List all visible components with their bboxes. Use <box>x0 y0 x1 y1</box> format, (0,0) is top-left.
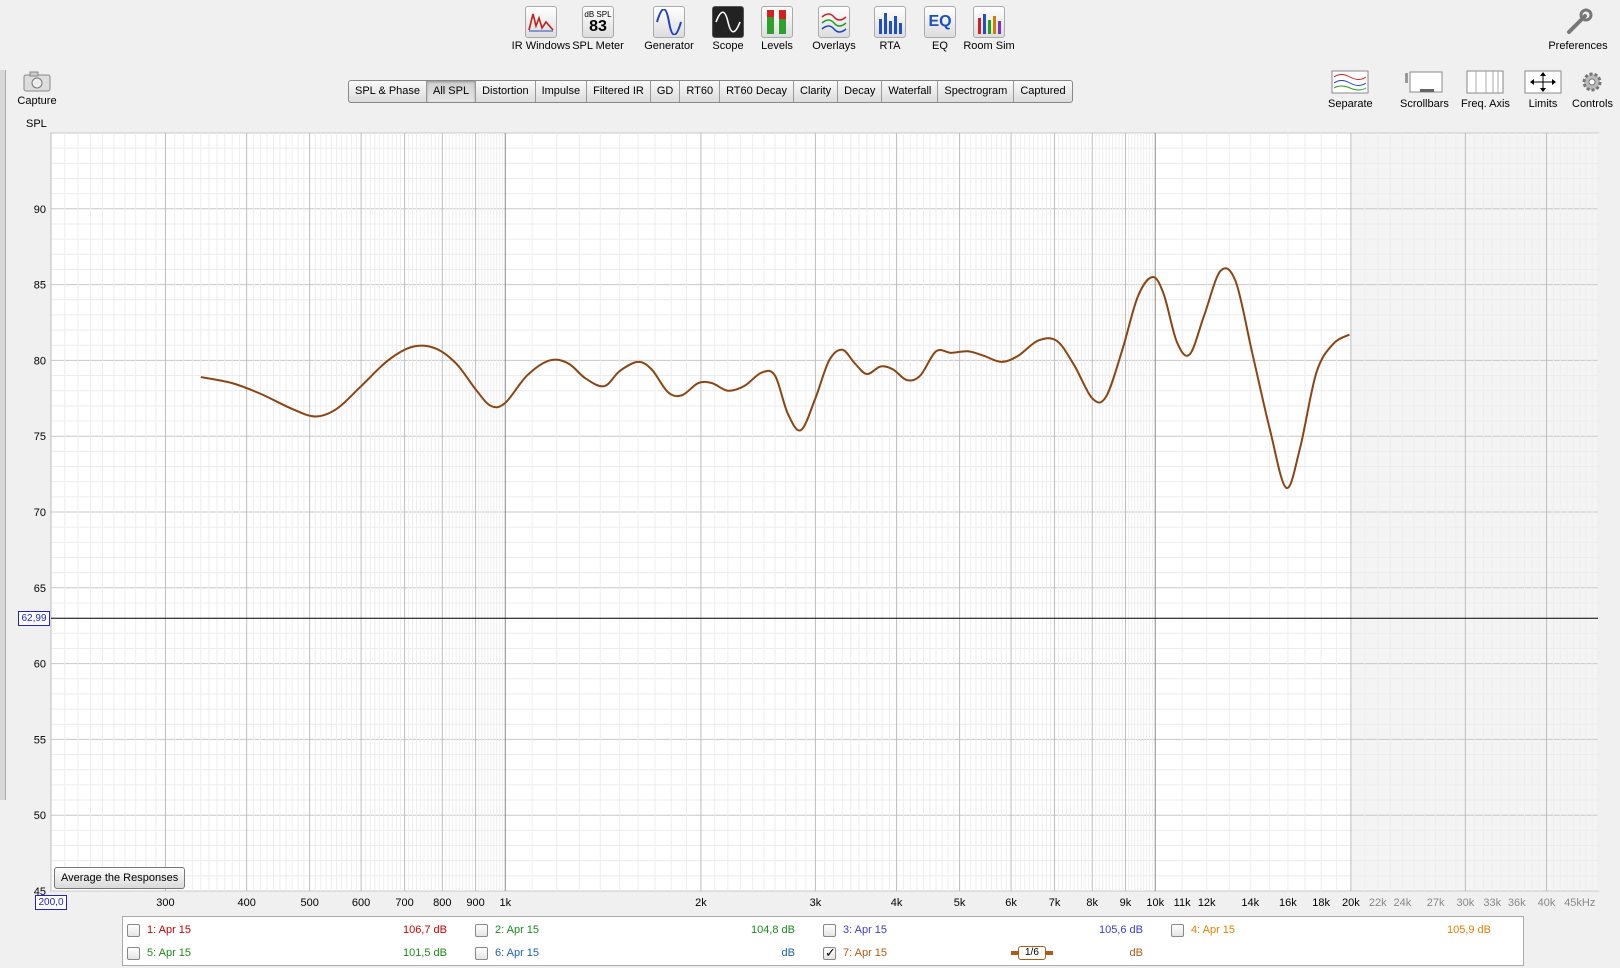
measurement-checkbox[interactable] <box>127 923 140 937</box>
spl-graph[interactable]: 45505560657075808590300 400 500 600 700 800 90… <box>0 0 1620 915</box>
measurement-checkbox[interactable] <box>475 946 488 960</box>
x-tick-label: 3k <box>810 897 822 909</box>
legend-entry: 2: Apr 15 104,8 dB <box>475 919 805 941</box>
x-tick-label: 45kHz <box>1564 897 1595 909</box>
x-tick-label: 20k <box>1342 897 1360 909</box>
x-tick-label: 18k <box>1312 897 1330 909</box>
x-tick-label: 10k <box>1146 897 1164 909</box>
x-tick-label: 24k <box>1393 897 1411 909</box>
measurement-level: 105,6 dB <box>1098 924 1143 936</box>
measurement-checkbox[interactable] <box>1171 923 1184 937</box>
x-tick-label: 30k <box>1456 897 1474 909</box>
measurement-checkbox[interactable] <box>475 923 488 937</box>
y-tick-label: 90 <box>34 204 46 216</box>
x-tick-label: 6k <box>1005 897 1017 909</box>
x-tick-label: 2k <box>695 897 707 909</box>
legend-entry: 1: Apr 15 106,7 dB <box>127 919 457 941</box>
measurement-level: dB <box>1129 947 1143 959</box>
y-tick-label: 55 <box>34 734 46 746</box>
x-tick-label: 9k <box>1120 897 1132 909</box>
x-tick-label: 900 <box>466 897 484 909</box>
x-tick-label: 600 <box>352 897 370 909</box>
x-tick-label: 11k <box>1174 897 1191 909</box>
legend-entry: 5: Apr 15 101,5 dB <box>127 942 457 964</box>
measurement-level: 104,8 dB <box>750 924 795 936</box>
measurement-name: 1: Apr 15 <box>147 924 192 936</box>
legend-entry: 7: Apr 15 1/6 dB <box>823 942 1153 964</box>
measurement-legend: 1: Apr 15 106,7 dB 2: Apr 15 104,8 dB 3: Apr… <box>122 916 1524 966</box>
measurement-name: 7: Apr 15 <box>843 947 888 959</box>
measurement-checkbox[interactable] <box>823 923 836 937</box>
x-tick-label: 33k <box>1483 897 1501 909</box>
x-tick-label: 8k <box>1086 897 1098 909</box>
measurement-level: 105,9 dB <box>1446 924 1491 936</box>
measurement-name: 4: Apr 15 <box>1191 924 1236 936</box>
smoothing-badge[interactable]: 1/6 <box>1018 946 1046 960</box>
x-tick-label: 500 <box>300 897 318 909</box>
x-tick-label: 1k <box>499 897 511 909</box>
x-tick-label: 5k <box>954 897 966 909</box>
measurement-checkbox[interactable] <box>823 945 836 961</box>
measurement-level: 101,5 dB <box>402 947 447 959</box>
measurement-name: 2: Apr 15 <box>495 924 540 936</box>
measurement-name: 3: Apr 15 <box>843 924 888 936</box>
x-tick-label: 27k <box>1427 897 1445 909</box>
y-tick-label: 60 <box>34 659 46 671</box>
x-tick-label: 22k <box>1369 897 1387 909</box>
y-cursor-readout[interactable]: 62,99 <box>18 611 50 626</box>
x-tick-label: 12k <box>1198 897 1216 909</box>
x-tick-label: 4k <box>891 897 903 909</box>
measurement-checkbox[interactable] <box>127 946 140 960</box>
measurement-level: 106,7 dB <box>402 924 447 936</box>
measurement-level: dB <box>781 947 795 959</box>
measurement-name: 6: Apr 15 <box>495 947 540 959</box>
x-tick-label: 7k <box>1049 897 1061 909</box>
x-cursor-readout[interactable]: 200,0 <box>35 895 67 910</box>
x-tick-label: 800 <box>433 897 451 909</box>
x-tick-label: 300 <box>156 897 174 909</box>
x-tick-label: 40k <box>1538 897 1556 909</box>
y-tick-label: 75 <box>34 431 46 443</box>
y-tick-label: 50 <box>34 810 46 822</box>
measurement-name: 5: Apr 15 <box>147 947 192 959</box>
x-tick-label: 36k <box>1508 897 1526 909</box>
legend-entry: 3: Apr 15 105,6 dB <box>823 919 1153 941</box>
y-tick-label: 65 <box>34 583 46 595</box>
y-tick-label: 70 <box>34 507 46 519</box>
x-tick-label: 14k <box>1241 897 1259 909</box>
y-tick-label: 80 <box>34 355 46 367</box>
legend-entry: 4: Apr 15 105,9 dB <box>1171 919 1501 941</box>
x-tick-label: 16k <box>1279 897 1297 909</box>
average-responses-button[interactable]: Average the Responses <box>54 867 186 889</box>
legend-entry: 6: Apr 15 dB <box>475 942 805 964</box>
y-tick-label: 85 <box>34 280 46 292</box>
x-tick-label: 700 <box>395 897 413 909</box>
x-tick-label: 400 <box>237 897 255 909</box>
